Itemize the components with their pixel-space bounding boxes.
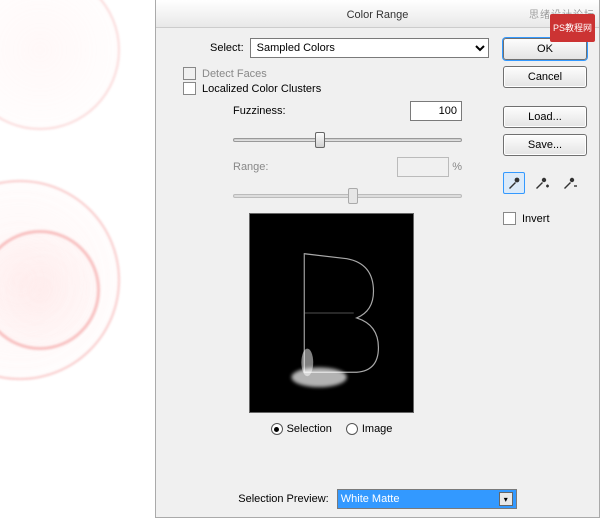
fuzziness-label: Fuzziness: [233,105,286,117]
invert-checkbox[interactable] [503,212,516,225]
watermark-sub: PS教程网 [550,14,595,42]
select-label: Select: [210,42,244,54]
selection-radio[interactable] [271,423,283,435]
fuzziness-input[interactable] [410,101,462,121]
range-suffix: % [452,161,462,173]
selection-radio-label: Selection [287,423,332,435]
localized-clusters-checkbox[interactable] [183,82,196,95]
image-radio[interactable] [346,423,358,435]
dialog-title: Color Range [347,9,409,21]
eyedropper-subtract-tool[interactable] [559,172,581,194]
invert-label: Invert [522,213,550,225]
localized-clusters-label: Localized Color Clusters [202,83,321,95]
range-label: Range: [233,161,268,173]
fuzziness-slider[interactable] [233,131,462,147]
image-radio-label: Image [362,423,393,435]
selection-preview-dropdown[interactable]: White Matte ▾ [337,489,517,509]
chevron-down-icon: ▾ [499,492,513,506]
detect-faces-label: Detect Faces [202,68,267,80]
color-range-dialog: Color Range 思绪设计论坛 PS教程网 Select: Sampled… [155,0,600,518]
range-slider [233,187,462,203]
eyedropper-tool[interactable] [503,172,525,194]
dialog-titlebar: Color Range 思绪设计论坛 PS教程网 [156,0,599,28]
detect-faces-checkbox [183,67,196,80]
eyedropper-add-tool[interactable] [531,172,553,194]
range-input [397,157,449,177]
selection-preview-thumbnail [249,213,414,413]
select-dropdown[interactable]: Sampled Colors [250,38,489,58]
save-button[interactable]: Save... [503,134,587,156]
selection-preview-label: Selection Preview: [238,493,329,505]
selection-preview-value: White Matte [341,493,400,505]
cancel-button[interactable]: Cancel [503,66,587,88]
document-canvas [0,0,155,518]
load-button[interactable]: Load... [503,106,587,128]
